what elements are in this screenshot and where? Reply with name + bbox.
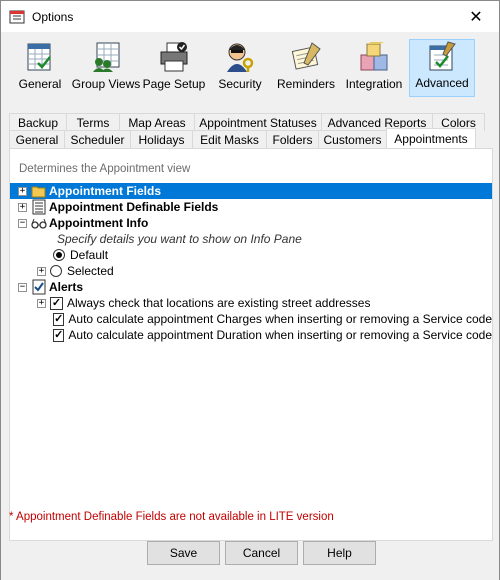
alert-charges-label: Auto calculate appointment Charges when … xyxy=(68,312,492,326)
toolbar-page-setup-button[interactable]: Page Setup xyxy=(141,39,207,97)
panel-description: Determines the Appointment view xyxy=(19,163,191,175)
expand-icon[interactable]: + xyxy=(37,298,46,308)
security-icon xyxy=(227,43,254,72)
tab-general[interactable]: General xyxy=(9,130,65,148)
expand-icon[interactable]: + xyxy=(18,202,27,212)
radio-selected-label: Selected xyxy=(67,264,114,278)
expand-icon[interactable]: + xyxy=(37,266,46,276)
help-button[interactable]: Help xyxy=(303,541,376,565)
general-icon xyxy=(27,43,51,71)
appointments-panel: Determines the Appointment view + Appoin… xyxy=(9,148,493,541)
tab-folders[interactable]: Folders xyxy=(266,130,319,148)
list-icon xyxy=(32,199,46,215)
alert-charges-checkbox[interactable]: ✓ xyxy=(53,312,65,326)
radio-default-label: Default xyxy=(70,248,109,262)
toolbar-advanced-label: Advanced xyxy=(415,76,469,90)
tab-holidays[interactable]: Holidays xyxy=(130,130,193,148)
tree-item-appointment-definable-fields[interactable]: + Appointment Definable Fields xyxy=(10,199,492,215)
checklist-icon xyxy=(32,279,46,295)
toolbar-general-label: General xyxy=(18,77,62,91)
cancel-button[interactable]: Cancel xyxy=(225,541,298,565)
toolbar-group-views-button[interactable]: Group Views xyxy=(71,39,141,97)
toolbar-integration-label: Integration xyxy=(345,77,403,91)
toolbar-group-views-label: Group Views xyxy=(71,77,141,91)
dialog-button-bar: Save Cancel Help xyxy=(1,541,499,580)
options-window: Options ✕ General Group Views Page Setup… xyxy=(0,0,500,580)
printer-icon xyxy=(160,42,188,72)
tree-item-appointment-info[interactable]: − Appointment Info xyxy=(10,215,492,231)
toolbar-page-setup-label: Page Setup xyxy=(142,77,206,91)
tree-item-alerts[interactable]: − Alerts xyxy=(10,279,492,295)
tab-appointments[interactable]: Appointments xyxy=(386,128,476,148)
integration-icon xyxy=(360,42,388,71)
tree-label: Appointment Fields xyxy=(49,184,161,198)
folder-icon xyxy=(31,186,46,198)
close-icon[interactable]: ✕ xyxy=(453,1,499,32)
alert-street-addresses-checkbox[interactable]: ✓ xyxy=(50,296,63,310)
toolbar-advanced-button[interactable]: Advanced xyxy=(409,39,475,97)
window-title: Options xyxy=(32,9,74,24)
hint-text: Specify details you want to show on Info… xyxy=(57,232,302,246)
title-bar: Options ✕ xyxy=(1,1,499,32)
toolbar-security-button[interactable]: Security xyxy=(209,39,271,97)
tree-label: Appointment Info xyxy=(49,216,149,230)
reminders-icon xyxy=(291,42,321,70)
alert-charges[interactable]: ✓ Auto calculate appointment Charges whe… xyxy=(10,311,492,327)
radio-selected[interactable]: + Selected xyxy=(10,263,492,279)
tab-map-areas[interactable]: Map Areas xyxy=(119,113,195,131)
info-pane-hint: Specify details you want to show on Info… xyxy=(10,231,492,247)
options-app-icon xyxy=(9,10,25,23)
lite-version-footnote: * Appointment Definable Fields are not a… xyxy=(9,511,334,523)
tree-label: Appointment Definable Fields xyxy=(49,200,219,214)
radio-selected-button[interactable] xyxy=(50,265,62,277)
advanced-icon xyxy=(429,41,456,71)
glasses-icon xyxy=(31,218,47,229)
alert-duration[interactable]: ✓ Auto calculate appointment Duration wh… xyxy=(10,327,492,343)
save-button[interactable]: Save xyxy=(147,541,220,565)
alert-duration-label: Auto calculate appointment Duration when… xyxy=(68,328,492,342)
tab-appointment-statuses[interactable]: Appointment Statuses xyxy=(194,113,322,131)
tree-label: Alerts xyxy=(49,280,84,294)
tab-row-front: General Scheduler Holidays Edit Masks Fo… xyxy=(9,128,476,148)
toolbar-reminders-button[interactable]: Reminders xyxy=(273,39,339,97)
toolbar-security-label: Security xyxy=(218,77,262,91)
toolbar-general-button[interactable]: General xyxy=(9,39,71,97)
options-toolbar: General Group Views Page Setup Security … xyxy=(9,39,491,101)
expand-icon[interactable]: + xyxy=(18,186,27,196)
radio-default-button[interactable] xyxy=(53,249,65,261)
toolbar-reminders-label: Reminders xyxy=(276,77,336,91)
tree-item-appointment-fields[interactable]: + Appointment Fields xyxy=(10,183,492,199)
tab-customers[interactable]: Customers xyxy=(318,130,387,148)
alert-street-addresses-label: Always check that locations are existing… xyxy=(67,296,371,310)
group-views-icon xyxy=(93,42,120,72)
options-tree: + Appointment Fields + Appointment Defin… xyxy=(10,183,492,343)
radio-default[interactable]: Default xyxy=(10,247,492,263)
toolbar-integration-button[interactable]: Integration xyxy=(341,39,407,97)
collapse-icon[interactable]: − xyxy=(18,282,27,292)
tab-edit-masks[interactable]: Edit Masks xyxy=(192,130,267,148)
tab-backup[interactable]: Backup xyxy=(9,113,67,131)
alert-street-addresses[interactable]: + ✓ Always check that locations are exis… xyxy=(10,295,492,311)
alert-duration-checkbox[interactable]: ✓ xyxy=(53,328,65,342)
tab-terms[interactable]: Terms xyxy=(66,113,120,131)
collapse-icon[interactable]: − xyxy=(18,218,27,228)
tab-scheduler[interactable]: Scheduler xyxy=(64,130,131,148)
